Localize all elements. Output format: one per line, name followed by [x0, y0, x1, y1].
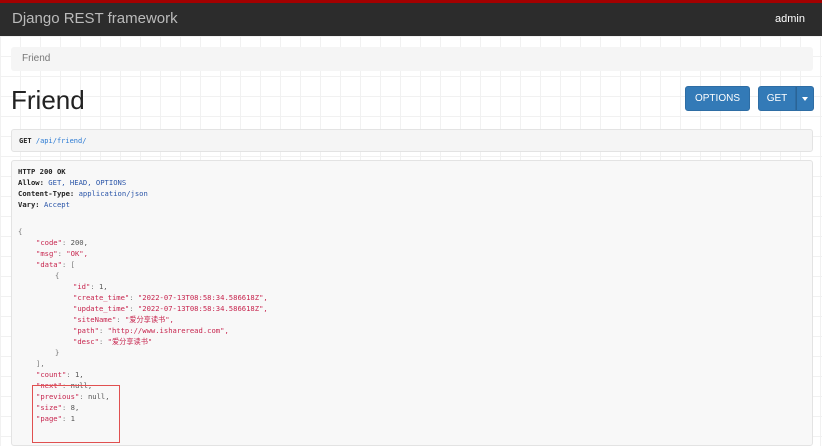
json-line: "count": 1, — [36, 370, 84, 379]
response-info: HTTP 200 OK Allow: GET, HEAD, OPTIONS Co… — [11, 160, 813, 446]
response-header: Content-Type: application/json — [18, 189, 148, 198]
response-header: Allow: GET, HEAD, OPTIONS — [18, 178, 127, 187]
json-line: "data": [ — [36, 260, 75, 269]
response-status: HTTP 200 OK — [18, 167, 66, 176]
json-line: "siteName": "爱分享读书", — [73, 315, 174, 324]
json-line: "update_time": "2022-07-13T08:58:34.5866… — [73, 304, 268, 313]
response-header: Vary: Accept — [18, 200, 70, 209]
json-line: ], — [36, 359, 45, 368]
chevron-down-icon — [802, 97, 808, 101]
page-title: Friend — [11, 85, 85, 115]
get-button[interactable]: GET — [758, 86, 796, 111]
get-format-dropdown-button[interactable] — [796, 86, 814, 111]
brand-link[interactable]: Django REST framework — [12, 10, 178, 27]
user-menu[interactable]: admin — [775, 13, 805, 25]
breadcrumb-item-friend[interactable]: Friend — [22, 53, 50, 64]
json-line: { — [55, 271, 60, 280]
json-line: "msg": "OK", — [36, 249, 88, 258]
navbar: Django REST framework admin — [0, 0, 822, 36]
annotation-highlight-box — [32, 385, 120, 443]
breadcrumb: Friend — [11, 47, 813, 71]
json-line: "id": 1, — [73, 282, 108, 291]
json-line: "desc": "爱分享读书" — [73, 337, 153, 346]
request-url: /api/friend/ — [35, 137, 87, 145]
json-line: { — [18, 227, 23, 236]
json-line: "path": "http://www.ishareread.com", — [73, 326, 229, 335]
json-line: "create_time": "2022-07-13T08:58:34.5866… — [73, 293, 268, 302]
json-line: "code": 200, — [36, 238, 88, 247]
request-method: GET — [19, 137, 32, 145]
json-line: } — [55, 348, 60, 357]
options-button[interactable]: OPTIONS — [685, 86, 750, 111]
request-info: GET /api/friend/ — [11, 129, 813, 152]
